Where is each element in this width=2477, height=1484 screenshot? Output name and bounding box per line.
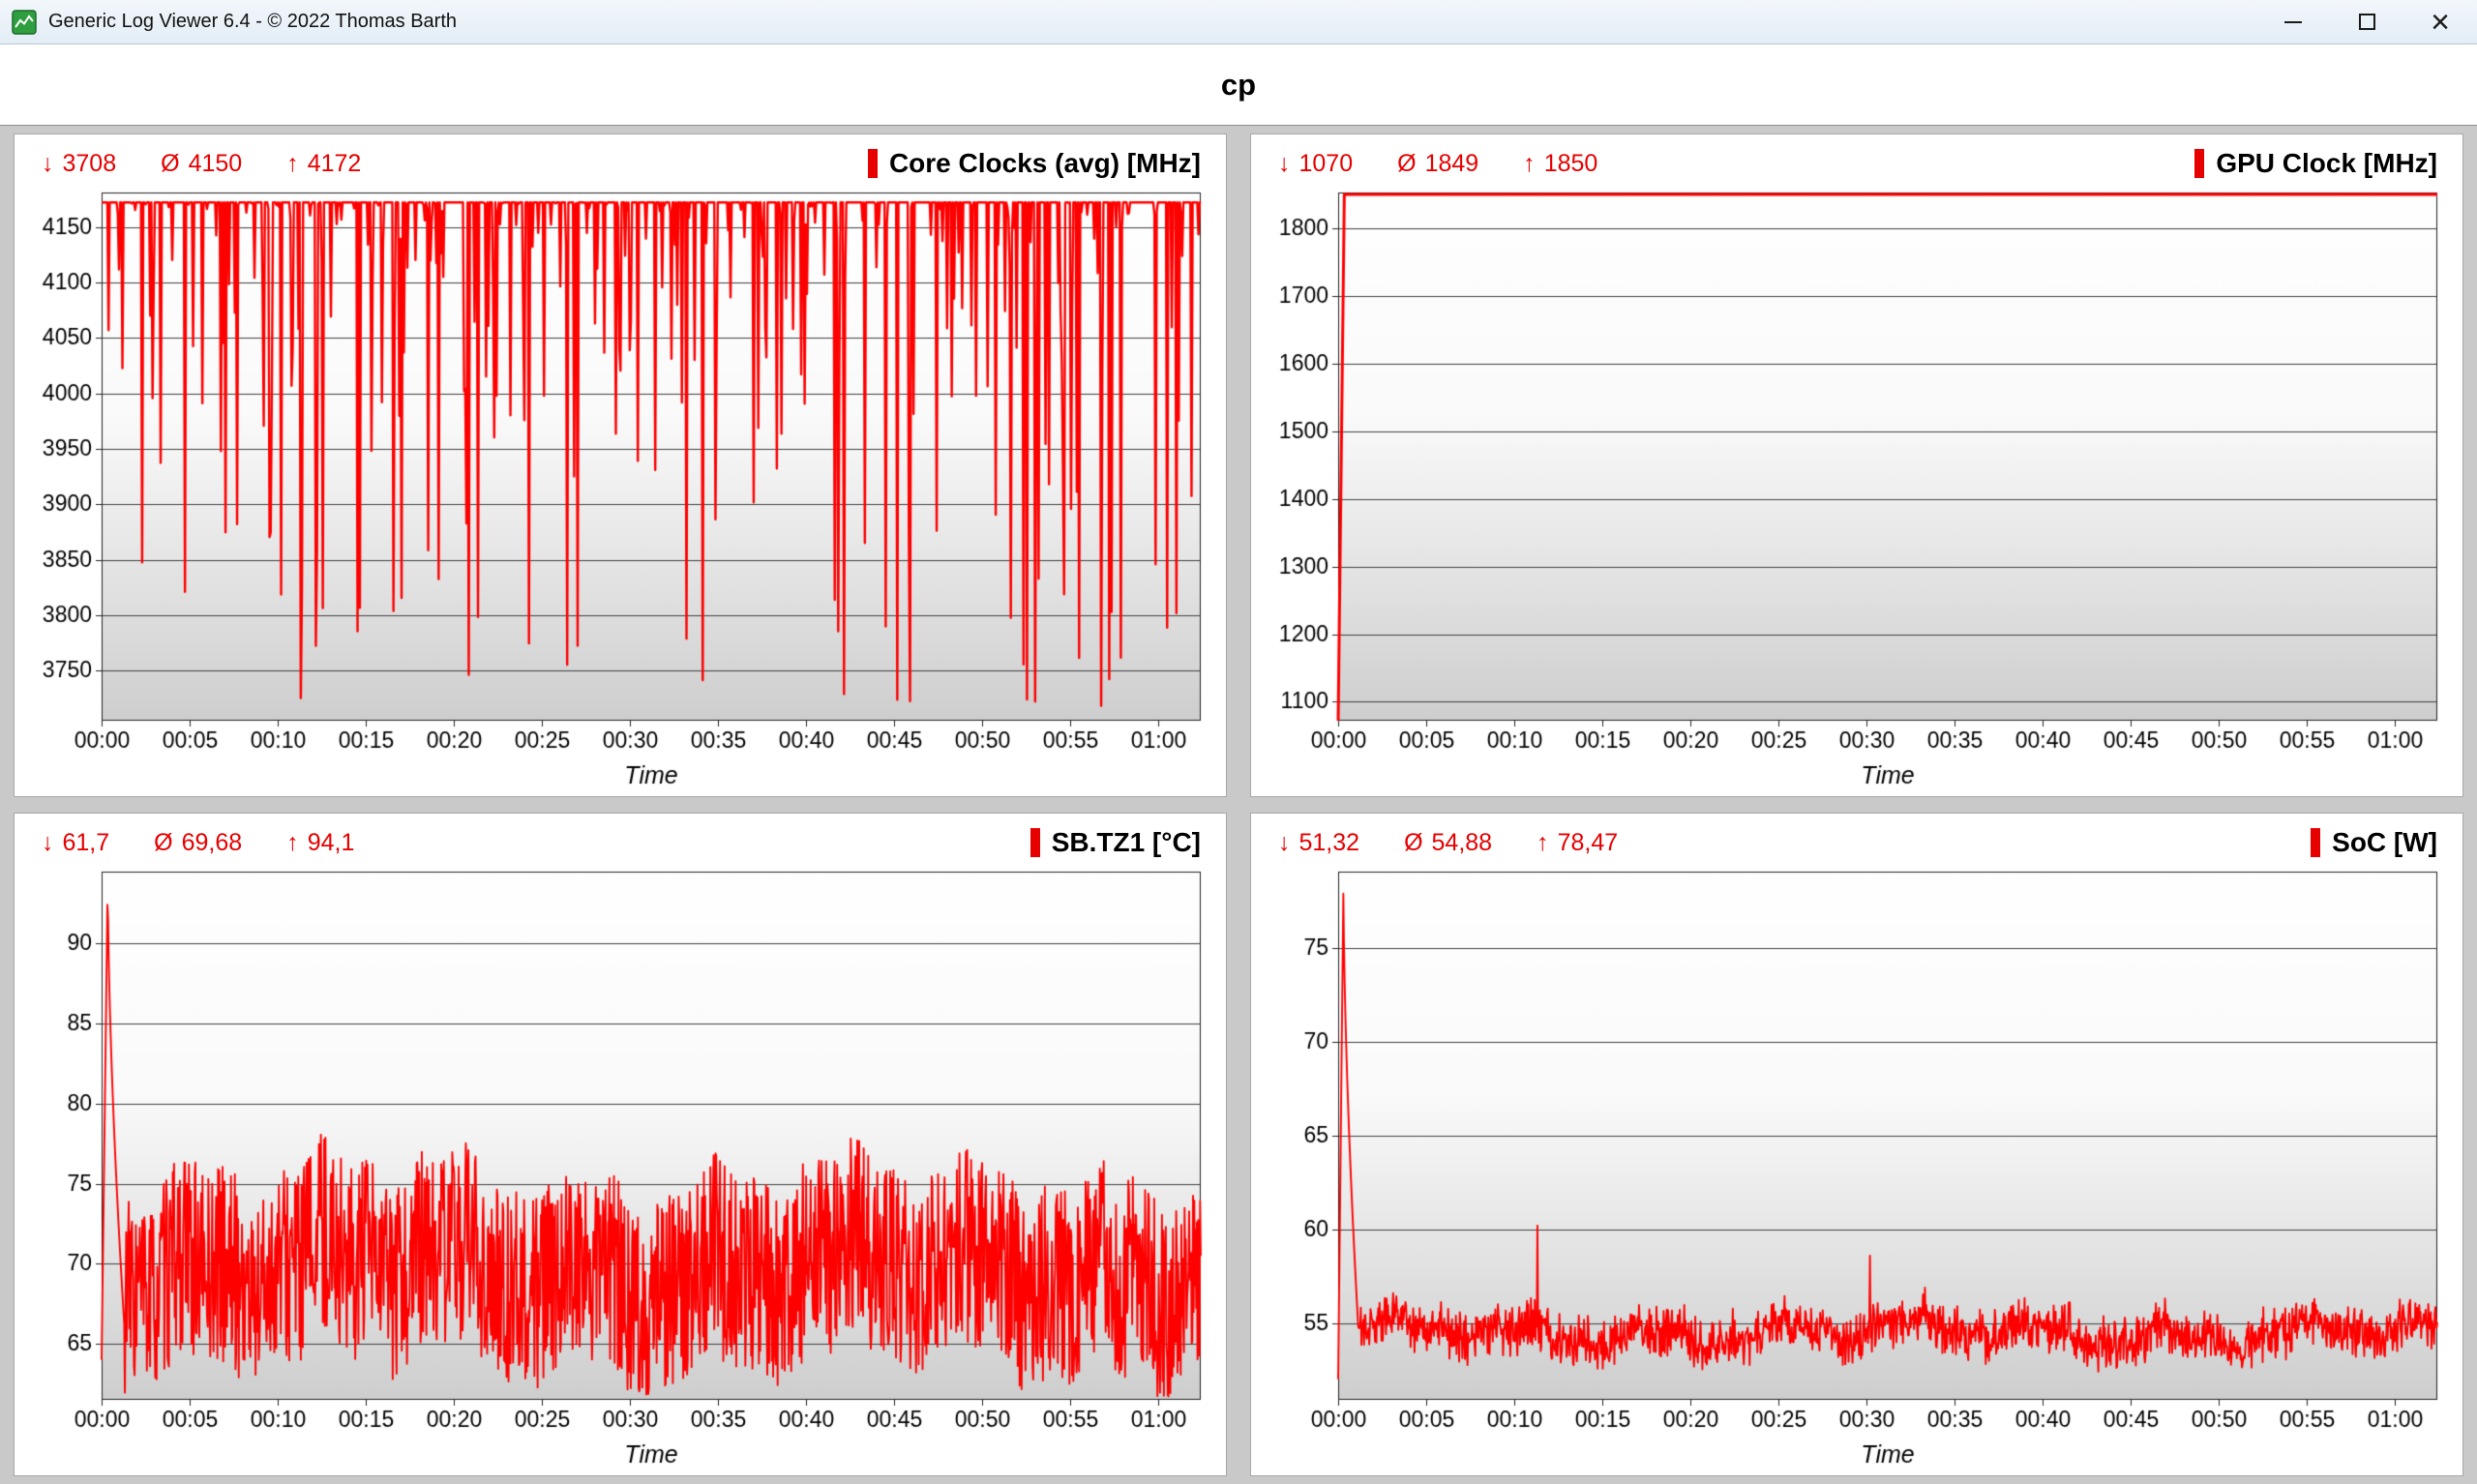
min-arrow-icon: ↓ [42,150,54,178]
legend-label: GPU Clock [MHz] [2216,148,2437,179]
panel-header: ↓ 3708 Ø 4150 ↑ 4172 Core Clocks (avg) [MHz… [15,134,1226,179]
min-arrow-icon: ↓ [42,829,54,857]
panel-header: ↓ 61,7 Ø 69,68 ↑ 94,1 SB.TZ1 [°C] [15,814,1226,858]
stat-min-value: 51,32 [1299,829,1360,857]
stat-avg: Ø 4150 [161,150,242,178]
max-arrow-icon: ↑ [1523,150,1536,178]
chart-area [1251,179,2462,796]
legend: GPU Clock [MHz] [2194,148,2437,179]
stat-max-value: 94,1 [308,829,355,857]
stat-max: ↑ 78,47 [1537,829,1618,857]
stat-avg-value: 69,68 [182,829,243,857]
legend-color-bar [2311,828,2320,857]
chart-canvas-gpu-clock[interactable] [1261,183,2453,794]
stat-avg-value: 4150 [189,150,243,178]
app-icon [12,10,37,35]
maximize-button[interactable] [2330,0,2403,44]
max-arrow-icon: ↑ [1537,829,1549,857]
legend: SB.TZ1 [°C] [1030,827,1201,858]
titlebar-left: Generic Log Viewer 6.4 - © 2022 Thomas B… [0,10,2256,35]
chart-panel-soc: ↓ 51,32 Ø 54,88 ↑ 78,47 SoC [W] [1250,813,2463,1476]
stat-min-value: 61,7 [63,829,110,857]
legend: SoC [W] [2311,827,2437,858]
window-title: Generic Log Viewer 6.4 - © 2022 Thomas B… [48,11,457,33]
legend-label: SoC [W] [2332,827,2437,858]
stat-min: ↓ 3708 [42,150,116,178]
page-title: cp [1221,68,1256,103]
chart-canvas-core-clocks[interactable] [24,183,1216,794]
legend-label: SB.TZ1 [°C] [1052,827,1201,858]
stat-max-value: 78,47 [1558,829,1619,857]
panel-header: ↓ 1070 Ø 1849 ↑ 1850 GPU Clock [MHz] [1251,134,2462,179]
avg-icon: Ø [1397,150,1416,178]
minimize-icon [2284,21,2302,23]
chart-panel-sb-tz1: ↓ 61,7 Ø 69,68 ↑ 94,1 SB.TZ1 [°C] [14,813,1227,1476]
chart-canvas-sb-tz1[interactable] [24,862,1216,1473]
stat-avg: Ø 1849 [1397,150,1478,178]
maximize-icon [2359,14,2375,30]
stat-max-value: 1850 [1544,150,1598,178]
charts-grid: ↓ 3708 Ø 4150 ↑ 4172 Core Clocks (avg) [MHz… [0,126,2477,1484]
legend-label: Core Clocks (avg) [MHz] [889,148,1201,179]
legend-color-bar [2194,149,2204,178]
stats-row: ↓ 1070 Ø 1849 ↑ 1850 [1278,150,1597,178]
stat-avg-value: 54,88 [1432,829,1493,857]
stats-row: ↓ 61,7 Ø 69,68 ↑ 94,1 [42,829,354,857]
stat-max: ↑ 94,1 [286,829,354,857]
stat-min-value: 3708 [63,150,117,178]
close-icon: × [2431,6,2450,39]
stat-min: ↓ 51,32 [1278,829,1359,857]
stat-avg: Ø 54,88 [1404,829,1492,857]
chart-canvas-soc[interactable] [1261,862,2453,1473]
min-arrow-icon: ↓ [1278,829,1291,857]
panel-header: ↓ 51,32 Ø 54,88 ↑ 78,47 SoC [W] [1251,814,2462,858]
stat-max-value: 4172 [308,150,362,178]
stat-avg: Ø 69,68 [154,829,242,857]
chart-area [15,179,1226,796]
legend: Core Clocks (avg) [MHz] [868,148,1201,179]
stat-min: ↓ 61,7 [42,829,109,857]
stat-min: ↓ 1070 [1278,150,1353,178]
chart-area [1251,858,2462,1475]
legend-color-bar [1030,828,1040,857]
minimize-button[interactable] [2256,0,2330,44]
avg-icon: Ø [1404,829,1422,857]
avg-icon: Ø [161,150,179,178]
avg-icon: Ø [154,829,172,857]
titlebar: Generic Log Viewer 6.4 - © 2022 Thomas B… [0,0,2477,45]
window-controls: × [2256,0,2477,44]
chart-panel-gpu-clock: ↓ 1070 Ø 1849 ↑ 1850 GPU Clock [MHz] [1250,134,2463,797]
page-header: cp [0,45,2477,126]
min-arrow-icon: ↓ [1278,150,1291,178]
stat-min-value: 1070 [1299,150,1354,178]
legend-color-bar [868,149,878,178]
max-arrow-icon: ↑ [286,829,299,857]
app-window: Generic Log Viewer 6.4 - © 2022 Thomas B… [0,0,2477,1484]
chart-area [15,858,1226,1475]
chart-panel-core-clocks: ↓ 3708 Ø 4150 ↑ 4172 Core Clocks (avg) [MHz… [14,134,1227,797]
stat-max: ↑ 4172 [286,150,361,178]
stat-avg-value: 1849 [1425,150,1479,178]
stat-max: ↑ 1850 [1523,150,1597,178]
max-arrow-icon: ↑ [286,150,299,178]
close-button[interactable]: × [2403,0,2477,44]
stats-row: ↓ 51,32 Ø 54,88 ↑ 78,47 [1278,829,1618,857]
stats-row: ↓ 3708 Ø 4150 ↑ 4172 [42,150,361,178]
